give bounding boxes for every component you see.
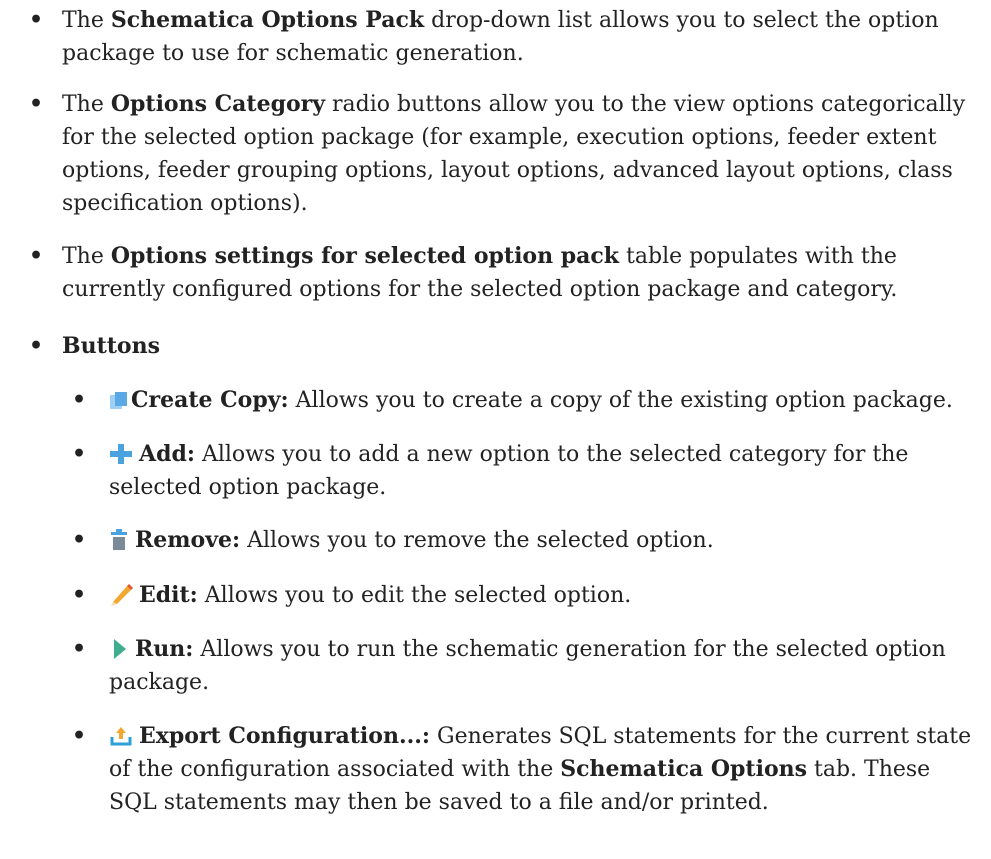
item-text: Edit: Allows you to edit the selected op…: [109, 579, 982, 612]
button-item-run: • Run: Allows you to run the schematic g…: [72, 633, 982, 699]
button-item-remove: • Remove: Allows you to remove the selec…: [72, 524, 982, 557]
bullet: •: [72, 527, 87, 553]
button-item-add: • Add: Allows you to add a new option to…: [72, 438, 982, 504]
list-item: • The Options Category radio buttons all…: [29, 88, 979, 220]
bullet: •: [72, 387, 87, 413]
list-item: • The Options settings for selected opti…: [29, 240, 979, 306]
pencil-icon: [111, 584, 133, 606]
play-icon: [114, 639, 126, 659]
buttons-heading: Buttons: [62, 333, 160, 359]
bullet: •: [72, 723, 87, 749]
item-text: Run: Allows you to run the schematic gen…: [109, 636, 946, 695]
bullet: •: [29, 7, 44, 33]
button-item-export-configuration: • Export Configuration...: Generates SQL…: [72, 720, 982, 819]
buttons-heading-item: • Buttons: [29, 330, 979, 363]
document-page: • The Schematica Options Pack drop-down …: [0, 0, 991, 859]
bullet: •: [29, 91, 44, 117]
bullet: •: [72, 441, 87, 467]
item-text: The Options Category radio buttons allow…: [62, 91, 966, 216]
list-item: • The Schematica Options Pack drop-down …: [29, 4, 979, 70]
bullet: •: [29, 333, 44, 359]
item-text: Export Configuration...: Generates SQL s…: [109, 723, 972, 815]
item-text: Create Copy: Allows you to create a copy…: [109, 384, 982, 417]
bullet: •: [29, 243, 44, 269]
item-text: The Schematica Options Pack drop-down li…: [62, 7, 939, 66]
bullet: •: [72, 636, 87, 662]
item-text: The Options settings for selected option…: [62, 243, 898, 302]
item-text: Remove: Allows you to remove the selecte…: [109, 524, 982, 557]
copy-icon: [110, 392, 127, 409]
trash-icon: [111, 529, 127, 550]
item-text: Add: Allows you to add a new option to t…: [109, 441, 909, 500]
button-item-edit: • Edit: Allows you to edit the selected …: [72, 579, 982, 612]
bullet: •: [72, 582, 87, 608]
button-item-create-copy: • Create Copy: Allows you to create a co…: [72, 384, 982, 417]
export-icon: [110, 727, 132, 746]
add-icon: [110, 444, 132, 464]
